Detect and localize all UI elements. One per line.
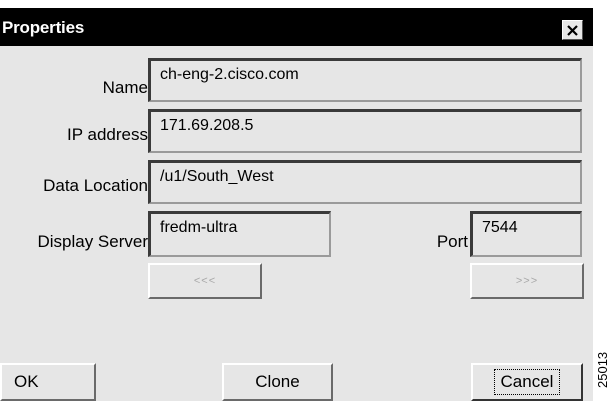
previous-button[interactable]: <<< [148, 263, 262, 299]
ip-address-field[interactable]: 171.69.208.5 [148, 109, 582, 153]
close-icon [567, 24, 578, 36]
ip-address-label: IP address [67, 125, 148, 144]
name-label: Name [102, 78, 148, 97]
figure-code: 25013 [595, 351, 610, 389]
display-server-field[interactable]: fredm-ultra [148, 211, 331, 257]
title-bar[interactable]: Properties [0, 8, 593, 46]
display-server-label: Display Server [37, 232, 148, 251]
dialog-title: Properties [2, 18, 85, 37]
next-button[interactable]: >>> [470, 263, 584, 299]
data-location-label: Data Location [43, 176, 148, 195]
close-button[interactable] [562, 20, 583, 40]
properties-dialog: Properties Name ch-eng-2.cisco.com IP ad… [0, 8, 593, 401]
name-field[interactable]: ch-eng-2.cisco.com [148, 58, 582, 102]
clone-button[interactable]: Clone [222, 363, 333, 401]
ok-button[interactable]: OK [0, 363, 96, 401]
port-label: Port [436, 232, 468, 251]
data-location-field[interactable]: /u1/South_West [148, 160, 582, 204]
port-field[interactable]: 7544 [470, 211, 582, 257]
cancel-button-label: Cancel [493, 369, 561, 395]
cancel-button[interactable]: Cancel [471, 363, 583, 401]
